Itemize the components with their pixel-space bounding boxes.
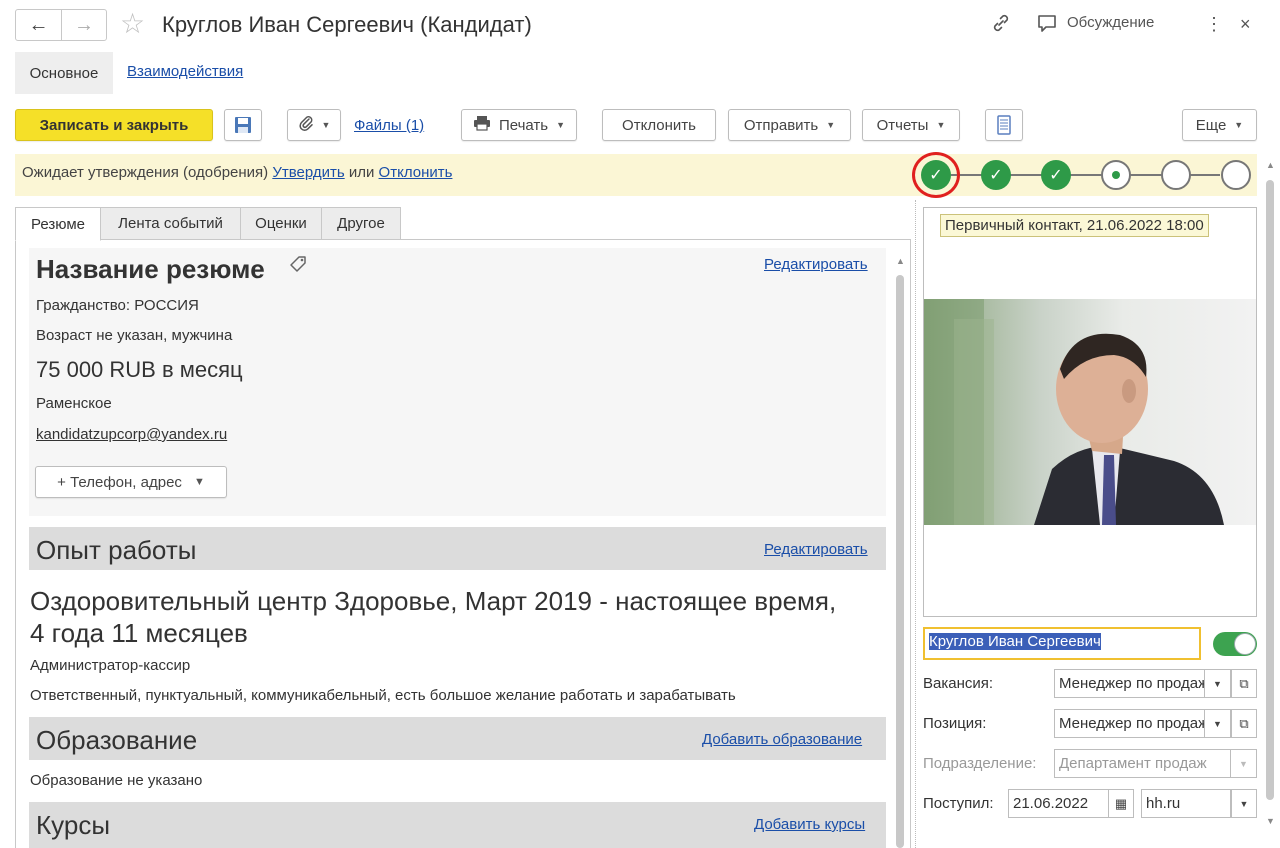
tab-main[interactable]: Основное [15, 52, 113, 94]
calendar-icon[interactable]: ▦ [1108, 789, 1134, 818]
document-list-icon[interactable] [985, 109, 1023, 141]
favorite-star-icon[interactable]: ☆ [120, 8, 145, 40]
reject-button[interactable]: Отклонить [602, 109, 716, 141]
print-button[interactable]: Печать ▼ [461, 109, 577, 141]
reject-link[interactable]: Отклонить [379, 164, 453, 181]
active-toggle[interactable] [1213, 632, 1257, 656]
position-open-icon[interactable]: ⧉ [1231, 709, 1257, 738]
back-arrow-icon[interactable]: ← [16, 10, 61, 40]
more-vertical-icon[interactable]: ⋮ [1205, 12, 1223, 36]
received-label: Поступил: [923, 795, 994, 812]
citizenship: Гражданство: РОССИЯ [36, 297, 199, 314]
send-label: Отправить [743, 116, 819, 134]
attach-button[interactable]: ▼ [287, 109, 341, 141]
resume-title: Название резюме [36, 254, 265, 284]
printer-icon [473, 115, 491, 135]
department-label: Подразделение: [923, 755, 1037, 772]
scroll-up-icon[interactable]: ▲ [896, 256, 905, 266]
tab-other[interactable]: Другое [321, 207, 401, 240]
experience-edit-link[interactable]: Редактировать [764, 541, 868, 558]
candidate-photo[interactable] [924, 299, 1256, 525]
contact-tooltip: Первичный контакт, 21.06.2022 18:00 [940, 214, 1209, 237]
print-label: Печать [498, 116, 549, 134]
department-input: Департамент продаж [1054, 749, 1231, 778]
vacancy-input[interactable]: Менеджер по продажам [1054, 669, 1205, 698]
save-close-button[interactable]: Записать и закрыть [15, 109, 213, 141]
tab-events[interactable]: Лента событий [100, 207, 241, 240]
phone-address-button[interactable]: + Телефон, адрес ▼ [35, 466, 227, 498]
salary: 75 000 RUB в месяц [36, 357, 243, 382]
or-text: или [348, 164, 375, 181]
email-link[interactable]: kandidatzupcorp@yandex.ru [36, 426, 227, 443]
vacancy-open-icon[interactable]: ⧉ [1231, 669, 1257, 698]
step-5-icon[interactable] [1161, 160, 1191, 190]
received-date-input[interactable]: 21.06.2022 [1008, 789, 1109, 818]
reports-button[interactable]: Отчеты ▼ [862, 109, 960, 141]
link-icon[interactable] [990, 12, 1012, 40]
right-scroll-down-icon[interactable]: ▼ [1266, 816, 1275, 826]
nav-buttons: ← → [15, 9, 107, 41]
position-dropdown-icon[interactable]: ▼ [1205, 709, 1231, 738]
save-icon[interactable] [224, 109, 262, 141]
resume-edit-link[interactable]: Редактировать [764, 256, 868, 273]
age-gender: Возраст не указан, мужчина [36, 327, 233, 344]
step-6-icon[interactable] [1221, 160, 1251, 190]
phone-address-label: + Телефон, адрес [57, 473, 182, 491]
step-3-check-icon[interactable]: ✓ [1041, 160, 1071, 190]
position-input[interactable]: Менеджер по продажам [1054, 709, 1205, 738]
courses-title: Курсы [36, 810, 111, 840]
status-text: Ожидает утверждения (одобрения) [22, 164, 269, 181]
tab-ratings[interactable]: Оценки [240, 207, 322, 240]
job-position: Администратор-кассир [30, 657, 191, 674]
more-button[interactable]: Еще ▼ [1182, 109, 1257, 141]
paperclip-icon [298, 114, 314, 136]
experience-title: Опыт работы [36, 535, 197, 565]
add-courses-link[interactable]: Добавить курсы [754, 816, 865, 833]
position-label: Позиция: [923, 715, 987, 732]
tab-resume[interactable]: Резюме [15, 207, 101, 241]
vacancy-label: Вакансия: [923, 675, 994, 692]
job-duration: 4 года 11 месяцев [30, 618, 248, 648]
candidate-name-input[interactable]: Круглов Иван Сергеевич [923, 627, 1201, 660]
vacancy-dropdown-icon[interactable]: ▼ [1205, 669, 1231, 698]
department-dropdown-icon: ▼ [1231, 749, 1257, 778]
education-empty: Образование не указано [30, 772, 203, 789]
city: Раменское [36, 395, 112, 412]
approve-link[interactable]: Утвердить [272, 164, 344, 181]
files-link[interactable]: Файлы (1) [354, 117, 424, 134]
job-title-line1: Оздоровительный центр Здоровье, Март 201… [30, 586, 837, 616]
add-education-link[interactable]: Добавить образование [702, 731, 862, 748]
discussion-icon[interactable] [1036, 12, 1058, 40]
page-title: Круглов Иван Сергеевич (Кандидат) [162, 12, 532, 37]
step-4-current-icon[interactable] [1101, 160, 1131, 190]
job-description: Ответственный, пунктуальный, коммуникабе… [30, 687, 736, 704]
chevron-down-icon: ▼ [556, 120, 566, 130]
send-button[interactable]: Отправить ▼ [728, 109, 851, 141]
toggle-knob [1234, 633, 1256, 655]
right-scrollbar[interactable] [1266, 180, 1274, 800]
candidate-name-value: Круглов Иван Сергеевич [929, 633, 1101, 650]
job-title: Оздоровительный центр Здоровье, Март 201… [30, 585, 890, 649]
step-2-check-icon[interactable]: ✓ [981, 160, 1011, 190]
dropdown-triangle-icon: ▼ [193, 476, 205, 488]
right-scroll-up-icon[interactable]: ▲ [1266, 160, 1275, 170]
highlight-ring [912, 152, 960, 198]
chevron-down-icon: ▼ [1234, 120, 1244, 130]
forward-arrow-icon[interactable]: → [60, 10, 106, 40]
left-scrollbar[interactable] [896, 275, 904, 848]
chevron-down-icon: ▼ [936, 120, 946, 130]
source-input[interactable]: hh.ru [1141, 789, 1231, 818]
tab-interactions[interactable]: Взаимодействия [127, 63, 243, 80]
education-title: Образование [36, 725, 198, 755]
discussion-button[interactable]: Обсуждение [1067, 14, 1154, 31]
more-label: Еще [1195, 116, 1227, 134]
chevron-down-icon: ▼ [321, 120, 331, 130]
status-message: Ожидает утверждения (одобрения) Утвердит… [22, 164, 452, 181]
chevron-down-icon: ▼ [826, 120, 836, 130]
tag-icon[interactable] [288, 255, 308, 281]
panel-divider[interactable] [915, 200, 916, 848]
source-dropdown-icon[interactable]: ▼ [1231, 789, 1257, 818]
reports-label: Отчеты [876, 116, 929, 134]
close-icon[interactable]: × [1240, 12, 1251, 36]
